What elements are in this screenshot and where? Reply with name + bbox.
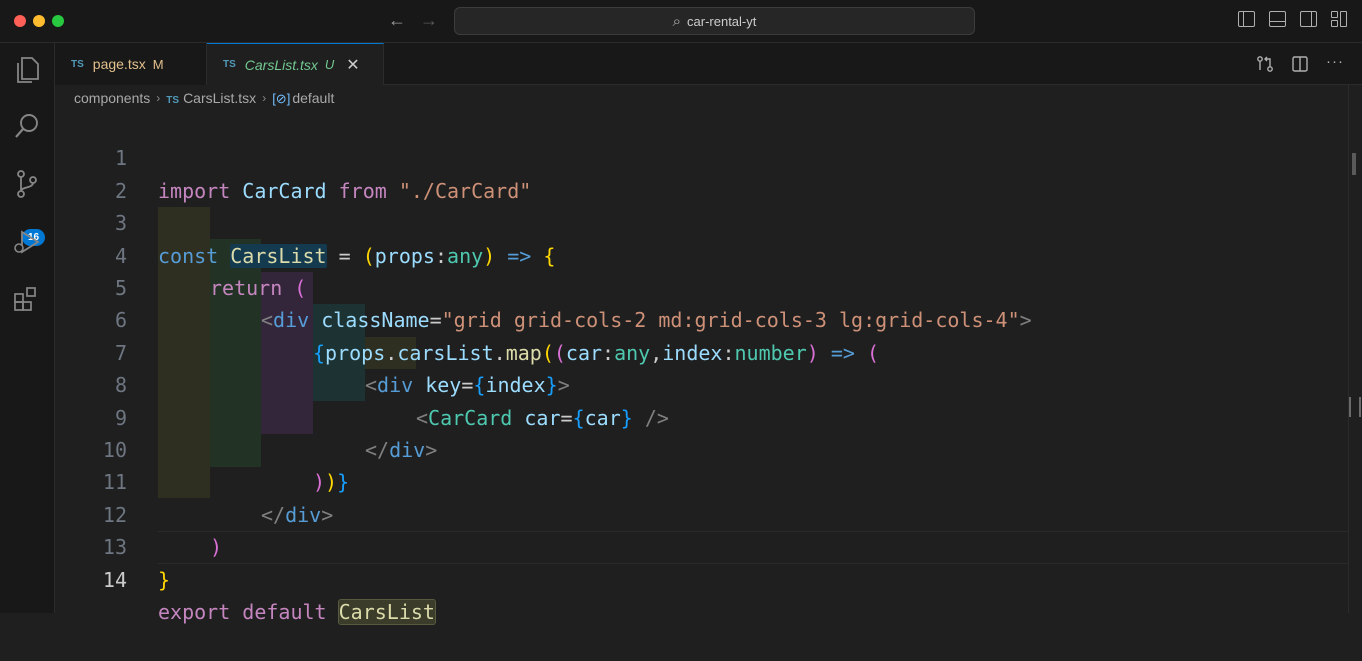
code-text: export default CarsList — [158, 596, 436, 628]
layout-controls — [1238, 11, 1348, 27]
code-line: 12 ) — [55, 466, 1345, 559]
tab-label: page.tsx — [92, 56, 146, 72]
token: export — [158, 600, 231, 624]
modified-indicator: M — [152, 56, 164, 72]
editor-actions: ··· — [1256, 54, 1344, 77]
extensions-icon[interactable] — [10, 283, 44, 317]
back-arrow-icon[interactable]: ← — [388, 10, 406, 30]
activity-bar: 16 — [0, 43, 55, 613]
close-window-button[interactable] — [14, 15, 26, 27]
editor-tabs: TS page.tsx M TS CarsList.tsx U ✕ ··· — [55, 43, 1362, 85]
tab-page-tsx[interactable]: TS page.tsx M — [55, 43, 207, 85]
token: default — [230, 600, 327, 624]
code-line: 13 } — [55, 499, 1345, 591]
forward-arrow-icon[interactable]: → — [420, 10, 438, 30]
search-icon[interactable] — [10, 109, 44, 143]
toggle-panel-icon[interactable] — [1269, 11, 1286, 27]
token: } — [158, 567, 171, 592]
code-line: 14 export default CarsList — [55, 531, 1345, 625]
code-line: 5 <div className="grid grid-cols-2 md:gr… — [55, 240, 1345, 332]
code-line: 4 return ( — [55, 207, 1345, 300]
more-actions-icon[interactable]: ··· — [1326, 54, 1344, 77]
customize-layout-icon[interactable] — [1331, 11, 1348, 27]
scrollbar-slider[interactable] — [1349, 397, 1361, 417]
breadcrumb-file[interactable]: TS CarsList.tsx — [166, 90, 256, 106]
code-line: 9 </div> — [55, 369, 1345, 462]
code-line: 2 — [55, 142, 1345, 203]
explorer-icon[interactable] — [10, 53, 44, 87]
variable-symbol-icon: [⊘] — [272, 90, 291, 106]
vertical-scrollbar[interactable] — [1348, 85, 1362, 613]
chevron-right-icon: › — [156, 91, 161, 105]
code-text: } — [158, 564, 170, 596]
breadcrumb-symbol[interactable]: [⊘] default — [272, 90, 334, 107]
typescript-icon: TS — [223, 59, 236, 70]
code-editor[interactable]: 1 import CarCard from "./CarCard" 2 3 co… — [55, 110, 1362, 625]
toggle-secondary-sidebar-icon[interactable] — [1300, 11, 1317, 27]
code-line: 6 {props.carsList.map((car:any,index:num… — [55, 272, 1345, 364]
close-tab-icon[interactable]: ✕ — [346, 55, 359, 75]
breadcrumb: components › TS CarsList.tsx › [⊘] default — [74, 88, 334, 108]
code-line: 11 </div> — [55, 434, 1345, 526]
command-center-search[interactable]: ⌕ car-rental-yt — [454, 7, 975, 35]
run-debug-icon[interactable] — [10, 225, 44, 259]
typescript-icon: TS — [71, 58, 84, 70]
title-bar: ← → ⌕ car-rental-yt — [0, 0, 1362, 43]
tab-carslist-tsx[interactable]: TS CarsList.tsx U ✕ — [207, 43, 384, 85]
typescript-icon: TS — [166, 95, 180, 106]
line-number: 14 — [102, 567, 127, 592]
search-icon: ⌕ — [672, 12, 682, 30]
code-line: 10 ))} — [55, 402, 1345, 494]
vscode-window: ← → ⌕ car-rental-yt 16 TS page.tsx M TS … — [0, 0, 1362, 625]
code-line: 1 import CarCard from "./CarCard" — [55, 110, 1345, 202]
breadcrumb-symbol-label: default — [292, 89, 335, 106]
toggle-primary-sidebar-icon[interactable] — [1238, 11, 1255, 27]
breadcrumb-folder[interactable]: components — [74, 90, 150, 106]
source-control-icon[interactable] — [10, 167, 44, 201]
tab-label: CarsList.tsx — [244, 56, 318, 73]
breadcrumb-file-label: CarsList.tsx — [183, 90, 257, 106]
chevron-right-icon: › — [262, 91, 267, 105]
untracked-indicator: U — [324, 57, 335, 72]
word-highlight: CarsList — [337, 599, 436, 625]
workspace-title: car-rental-yt — [687, 13, 757, 29]
code-line: 8 <CarCard car={car} /> — [55, 337, 1345, 429]
code-line: 7 <div key={index}> — [55, 304, 1345, 397]
scrollbar-marker — [1352, 153, 1356, 175]
minimize-window-button[interactable] — [33, 15, 45, 27]
maximize-window-button[interactable] — [52, 15, 64, 27]
split-editor-icon[interactable] — [1291, 55, 1309, 77]
code-line: 3 const CarsList = (props:any) => { — [55, 175, 1345, 268]
open-changes-icon[interactable] — [1256, 55, 1274, 77]
